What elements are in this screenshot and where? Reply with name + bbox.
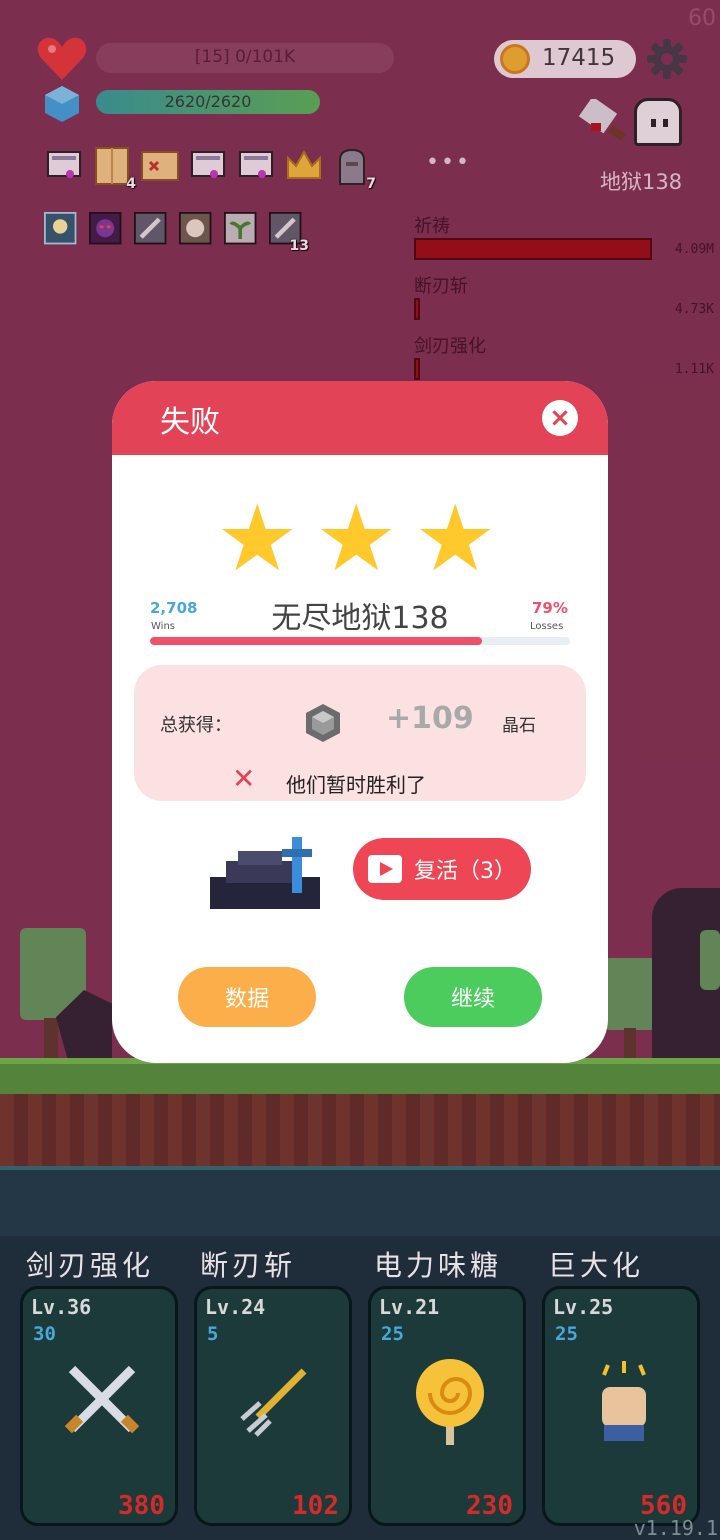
skill-card[interactable]: Lv.25 25 560 — [542, 1286, 700, 1526]
stage-name: 无尽地狱138 — [271, 601, 449, 636]
skill-name: 电力味糖 — [374, 1249, 503, 1282]
star-icon: ★ — [315, 485, 398, 592]
skill-name: 剑刃强化 — [26, 1249, 155, 1282]
skill-upgrade-price: 230 — [466, 1491, 513, 1521]
skill-cost: 25 — [381, 1323, 404, 1345]
revive-button[interactable]: 复活（3） — [353, 838, 531, 900]
star-icon: ★ — [414, 485, 497, 592]
reward-unit: 晶石 — [502, 716, 536, 736]
skill-card[interactable]: Lv.21 25 230 — [368, 1286, 526, 1526]
revive-label: 复活（3） — [414, 859, 516, 884]
reward-label: 总获得： — [160, 715, 232, 736]
video-icon — [368, 855, 402, 883]
skill-cost: 25 — [555, 1323, 578, 1345]
skill-cost: 30 — [33, 1323, 56, 1345]
close-button[interactable]: × — [542, 400, 578, 436]
skill-name: 断刃斩 — [200, 1249, 297, 1282]
skill-upgrade-price: 380 — [118, 1491, 165, 1521]
fist-icon — [584, 1359, 664, 1449]
fallen-hero-icon — [208, 837, 324, 911]
skill-card[interactable]: Lv.24 5 102 — [194, 1286, 352, 1526]
skill-level: Lv.24 — [205, 1295, 266, 1319]
trident-icon — [236, 1359, 316, 1449]
star-icon: ★ — [216, 485, 299, 592]
win-loss-progress — [150, 637, 570, 645]
crossed-swords-icon — [62, 1359, 142, 1449]
skill-upgrade-price: 102 — [292, 1491, 339, 1521]
crystal-icon — [304, 703, 342, 743]
skill-level: Lv.21 — [379, 1295, 440, 1319]
reward-box: 总获得： +109 晶石 ✕ 他们暂时胜利了 — [134, 665, 586, 801]
result-text: 他们暂时胜利了 — [286, 773, 426, 797]
reward-amount: +109 — [386, 701, 474, 736]
lollipop-icon — [410, 1359, 490, 1449]
continue-button[interactable]: 继续 — [404, 967, 542, 1027]
skill-cost: 5 — [207, 1323, 219, 1345]
skill-level: Lv.36 — [31, 1295, 92, 1319]
win-loss-progress-fill — [150, 637, 482, 645]
cross-icon: ✕ — [232, 762, 256, 795]
stats-button[interactable]: 数据 — [178, 967, 316, 1027]
skill-card[interactable]: Lv.36 30 380 — [20, 1286, 178, 1526]
skill-panel: 剑刃强化 Lv.36 30 380 断刃斩 Lv.24 5 102 电力味糖 Lv.21 25 230… — [0, 1236, 720, 1526]
dialog-title: 失败 — [160, 405, 220, 440]
defeat-dialog: 失败 × ★ ★ ★ 2,708 Wins 79% Losses 无尽地狱138… — [112, 381, 608, 1063]
version-label: v1.19.1 — [633, 1516, 718, 1540]
skill-name: 巨大化 — [548, 1249, 645, 1282]
skill-level: Lv.25 — [553, 1295, 614, 1319]
